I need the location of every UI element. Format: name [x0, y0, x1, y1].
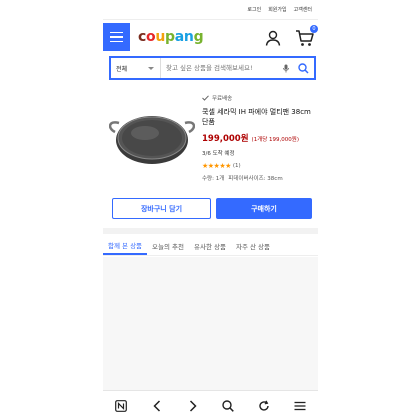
signup-link[interactable]: 회원가입: [268, 6, 286, 13]
tab-today-recommend[interactable]: 오늘의 추천: [147, 236, 189, 255]
menu-bar: [110, 36, 123, 38]
search-bar: 전체: [109, 56, 316, 80]
back-icon[interactable]: [148, 397, 166, 415]
buy-now-button[interactable]: 구매하기: [216, 198, 312, 219]
search-icon[interactable]: [219, 397, 237, 415]
top-links: 로그인 회원가입 고객센터: [103, 0, 318, 20]
menu-bar: [110, 40, 123, 43]
logo-letter: u: [155, 29, 165, 45]
tab-similar[interactable]: 유사한 상품: [189, 236, 231, 255]
product-title[interactable]: 쿡셀 세라믹 IH 파에야 멀티팬 38cm 단품: [202, 107, 314, 127]
menu-icon[interactable]: [291, 397, 309, 415]
product-image[interactable]: [109, 98, 195, 184]
microphone-icon[interactable]: [280, 61, 292, 75]
product-options: 수량: 1개 피데이버사이즈: 38cm: [202, 174, 314, 182]
category-select[interactable]: 전체: [111, 58, 161, 78]
add-to-cart-button[interactable]: 장바구니 담기: [112, 198, 211, 219]
logo-letter: o: [146, 29, 156, 45]
search-button[interactable]: [292, 58, 314, 78]
left-gutter: [0, 0, 103, 420]
menu-bar: [110, 31, 123, 34]
login-link[interactable]: 로그인: [247, 6, 261, 13]
unit-price: (1개당 199,000원): [251, 137, 300, 143]
checkmark-icon: [202, 95, 209, 101]
section-divider: [103, 228, 318, 234]
tab-viewed-together[interactable]: 함께 본 상품: [103, 236, 148, 255]
n-logo-icon[interactable]: [112, 397, 130, 415]
logo-letter: a: [174, 29, 184, 45]
chevron-down-icon: [148, 66, 154, 70]
search-input[interactable]: [161, 58, 280, 78]
rating: ★★★★★ (1): [202, 162, 314, 170]
logo-letter: g: [193, 29, 204, 45]
logo-letter: c: [138, 29, 146, 45]
review-count[interactable]: (1): [233, 163, 241, 169]
category-label: 전체: [116, 65, 128, 73]
price-row: 199,000원 (1개당 199,000원): [202, 132, 314, 144]
forward-icon[interactable]: [184, 397, 202, 415]
logo-letter: n: [183, 29, 194, 45]
mobile-page: 로그인 회원가입 고객센터 coupang 0 전체 찾고 싶은 상품을 검색해…: [103, 0, 318, 420]
coupang-logo[interactable]: coupang: [138, 29, 204, 45]
delivery-date: 3/6 도착 예정: [202, 151, 235, 157]
free-shipping-label: 무료배송: [212, 96, 233, 102]
user-icon[interactable]: [265, 30, 281, 46]
browser-bottom-nav: [103, 390, 318, 420]
size-option: 피데이버사이즈: 38cm: [228, 176, 283, 182]
header: coupang 0: [103, 20, 318, 54]
product-price: 199,000원: [202, 134, 249, 144]
refresh-icon[interactable]: [255, 397, 273, 415]
recommendation-tabs: 함께 본 상품 오늘의 추천 유사한 상품 자주 산 상품: [103, 236, 318, 256]
right-gutter: [318, 0, 420, 420]
star-rating-icon: ★★★★★: [202, 162, 231, 170]
logo-letter: p: [165, 29, 175, 45]
quantity: 수량: 1개: [202, 176, 225, 182]
free-shipping: 무료배송: [202, 93, 314, 103]
search-icon: [297, 62, 309, 74]
customer-center-link[interactable]: 고객센터: [294, 6, 312, 13]
tab-frequently-bought[interactable]: 자주 산 상품: [231, 236, 275, 255]
product-info: 무료배송 쿡셀 세라믹 IH 파에야 멀티팬 38cm 단품 199,000원 …: [202, 93, 314, 182]
tab-content-area: [103, 257, 318, 390]
hamburger-menu-button[interactable]: [103, 23, 130, 51]
cart-count-badge: 0: [310, 25, 318, 33]
